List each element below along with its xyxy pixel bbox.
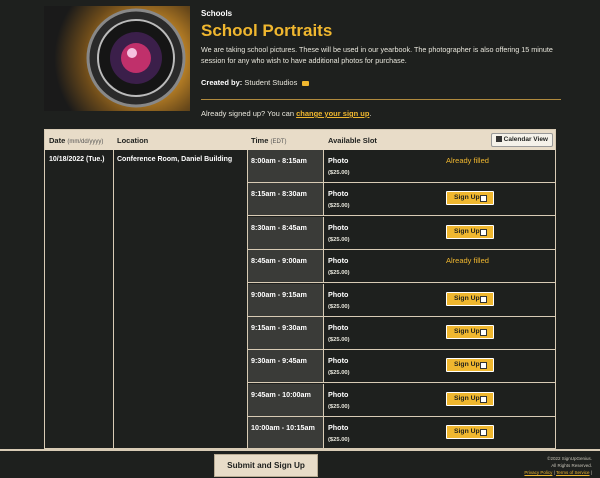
slot-name: Photo [328, 323, 349, 332]
copyright: ©2022 SignUpGenius. All Rights Reserved.… [524, 456, 592, 475]
slot-name: Photo [328, 423, 349, 433]
slot-time: 9:15am - 9:30am [248, 317, 324, 349]
slot-time: 8:15am - 8:30am [248, 183, 324, 216]
slot-row: 9:15am - 9:30am Photo ($25.00) Sign Up [248, 317, 555, 350]
terms-of-service-link[interactable]: Terms of Service [556, 470, 590, 475]
slot-location: Conference Room, Daniel Building [117, 156, 233, 163]
sign-up-button[interactable]: Sign Up [446, 191, 494, 206]
slot-row: 8:45am - 9:00am Photo ($25.00) Already f… [248, 250, 555, 284]
slot-name: Photo [328, 389, 349, 399]
col-time: Time (EDT) [251, 136, 287, 145]
slot-price: ($25.00) [328, 270, 350, 277]
slot-price: ($25.00) [328, 170, 350, 176]
divider [201, 99, 561, 100]
slot-name: Photo [328, 289, 349, 299]
created-by: Created by: Student Studios [201, 78, 310, 87]
col-date: Date (mm/dd/yyyy) [49, 136, 104, 145]
description: We are taking school pictures. These wil… [201, 45, 553, 65]
slot-name: Photo [328, 222, 349, 232]
already-signed-up: Already signed up? You can change your s… [201, 109, 372, 118]
submit-and-sign-up-button[interactable]: Submit and Sign Up [214, 454, 318, 477]
checkbox-icon[interactable] [480, 362, 487, 370]
slot-time: 9:45am - 10:00am [248, 383, 324, 416]
slot-name: Photo [328, 189, 349, 199]
sign-up-button[interactable]: Sign Up [446, 358, 494, 373]
already-filled-label: Already filled [446, 156, 489, 165]
calendar-icon [495, 136, 502, 142]
slot-price: ($25.00) [328, 337, 350, 343]
slot-price: ($25.00) [328, 370, 350, 377]
sign-up-button[interactable]: Sign Up [446, 425, 494, 440]
privacy-policy-link[interactable]: Privacy Policy [524, 470, 552, 475]
slot-price: ($25.00) [328, 437, 350, 444]
created-by-value: Student Studios [244, 78, 298, 87]
slots-table: Date (mm/dd/yyyy) Location Time (EDT) Av… [44, 129, 556, 449]
slot-name: Photo [328, 156, 349, 165]
slot-row: 8:30am - 8:45am Photo ($25.00) Sign Up [248, 216, 555, 250]
checkbox-icon[interactable] [480, 395, 487, 403]
checkbox-icon[interactable] [480, 195, 487, 203]
slot-row: 9:00am - 9:15am Photo ($25.00) Sign Up [248, 283, 555, 317]
slot-time: 9:30am - 9:45am [248, 350, 324, 383]
slot-name: Photo [328, 256, 349, 266]
slot-date: 10/18/2022 (Tue.) [49, 156, 105, 163]
already-text: Already signed up? You can [201, 109, 294, 118]
mail-icon[interactable] [302, 80, 310, 86]
col-slot: Available Slot [328, 136, 377, 145]
slot-time: 8:00am - 8:15am [248, 150, 324, 182]
column-divider [113, 150, 114, 448]
already-filled-label: Already filled [446, 256, 489, 266]
checkbox-icon[interactable] [480, 295, 487, 303]
slot-time: 8:30am - 8:45am [248, 216, 324, 249]
signup-header: Schools School Portraits We are taking s… [44, 6, 561, 121]
calendar-view-button[interactable]: Calendar View [490, 133, 553, 147]
slot-row: 8:00am - 8:15am Photo ($25.00) Already f… [248, 150, 555, 183]
sign-up-button[interactable]: Sign Up [446, 224, 494, 239]
slot-price: ($25.00) [328, 403, 350, 410]
slot-row: 9:30am - 9:45am Photo ($25.00) Sign Up [248, 350, 555, 384]
slot-name: Photo [328, 356, 349, 366]
slot-price: ($25.00) [328, 203, 350, 210]
table-header: Date (mm/dd/yyyy) Location Time (EDT) Av… [45, 130, 555, 150]
slot-row: 8:15am - 8:30am Photo ($25.00) Sign Up [248, 183, 555, 217]
sign-up-button[interactable]: Sign Up [446, 325, 494, 339]
created-by-label: Created by: [201, 78, 243, 87]
sign-up-button[interactable]: Sign Up [446, 291, 494, 306]
slot-time: 10:00am - 10:15am [248, 417, 324, 448]
footer: Submit and Sign Up ©2022 SignUpGenius. A… [0, 449, 600, 478]
checkbox-icon[interactable] [480, 329, 487, 336]
checkbox-icon[interactable] [480, 429, 487, 437]
sign-up-button[interactable]: Sign Up [446, 391, 494, 406]
change-signup-link[interactable]: change your sign up [296, 109, 369, 118]
slot-row: 10:00am - 10:15am Photo ($25.00) Sign Up [248, 417, 555, 448]
page-title: School Portraits [201, 21, 333, 40]
slot-price: ($25.00) [328, 236, 350, 243]
col-location: Location [117, 136, 149, 145]
checkbox-icon[interactable] [480, 228, 487, 236]
category-label: Schools [201, 9, 233, 18]
camera-lens-image [44, 6, 190, 111]
slot-time: 8:45am - 9:00am [248, 250, 324, 283]
slot-row: 9:45am - 10:00am Photo ($25.00) Sign Up [248, 383, 555, 417]
slot-time: 9:00am - 9:15am [248, 283, 324, 316]
slot-price: ($25.00) [328, 303, 350, 310]
